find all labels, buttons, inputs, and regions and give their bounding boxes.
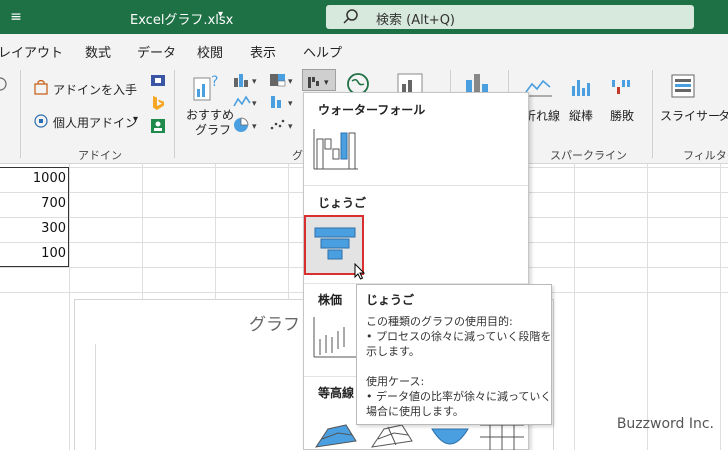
get-addins-button[interactable]: アドインを入手 — [53, 81, 137, 98]
search-icon — [343, 9, 358, 24]
cell-value[interactable]: 1000 — [0, 171, 66, 186]
ribbon-separator — [174, 70, 175, 158]
grid-line — [69, 164, 70, 450]
personal-addins-button[interactable]: 個人用アドイン — [53, 114, 137, 131]
cell-value[interactable]: 100 — [0, 246, 66, 261]
tab-help[interactable]: ヘルプ — [303, 42, 342, 61]
tooltip-title: じょうご — [366, 293, 415, 307]
scatter-chart-icon[interactable]: ▾ — [268, 117, 298, 133]
ribbon-separator — [20, 70, 21, 158]
cell-value[interactable]: 300 — [0, 221, 66, 236]
tab-data[interactable]: データ — [137, 42, 176, 61]
slicer-button[interactable]: スライサー — [660, 107, 720, 124]
chevron-down-icon[interactable]: ▾ — [218, 9, 223, 20]
bing-icon[interactable] — [150, 95, 166, 111]
svg-text:▾: ▾ — [252, 77, 257, 87]
bar-chart-icon[interactable]: ▾ — [268, 94, 298, 110]
tab-review[interactable]: 校閲 — [197, 42, 223, 61]
svg-text:?: ? — [211, 74, 218, 90]
sparkline-winloss-button[interactable]: 勝敗 — [610, 107, 634, 124]
chart-axis — [95, 344, 96, 450]
tooltip-text: この種類のグラフの使用目的: — [366, 315, 513, 328]
waterfall-chart-option[interactable] — [312, 125, 360, 173]
tooltip-text: • データ値の比率が徐々に減っていく — [366, 390, 552, 403]
tab-view[interactable]: 表示 — [250, 42, 276, 61]
svg-text:▾: ▾ — [324, 78, 329, 88]
sparkline-winloss-icon[interactable] — [610, 76, 636, 98]
tooltip-text: 示します。 — [366, 345, 420, 358]
grid-line — [647, 164, 648, 450]
recommended-charts-icon: ? — [193, 74, 218, 101]
tab-page-layout[interactable]: レイアウト — [0, 42, 63, 61]
svg-text:▾: ▾ — [288, 122, 293, 132]
ribbon-separator — [652, 70, 653, 158]
tooltip-text: • プロセスの徐々に減っていく段階を — [366, 330, 552, 343]
recommended-charts-label2[interactable]: グラフ — [195, 121, 231, 138]
watermark: Buzzword Inc. — [616, 416, 714, 432]
quick-access-menu-icon[interactable]: ≡ — [6, 8, 26, 26]
pie-chart-icon[interactable]: ▾ — [232, 117, 262, 133]
search-box[interactable]: 検索 (Alt+Q) — [326, 5, 694, 29]
slicer-icon[interactable] — [670, 72, 698, 100]
chart-group-label: グ — [292, 149, 303, 162]
waterfall-chart-button[interactable]: ▾ — [302, 69, 336, 91]
funnel-tooltip: じょうご この種類のグラフの使用目的: • プロセスの徐々に減っていく段階を 示… — [356, 284, 552, 425]
gallery-header-stock: 株価 — [318, 293, 343, 307]
gallery-header-contour: 等高線 — [318, 386, 355, 400]
svg-text:▾: ▾ — [252, 99, 257, 109]
store-icon — [34, 79, 48, 95]
column-chart-icon[interactable]: ▾ — [232, 72, 262, 88]
grid-line — [720, 164, 721, 450]
tab-formulas[interactable]: 数式 — [85, 42, 111, 61]
waterfall-icon: ▾ — [308, 77, 329, 88]
tooltip-text: 場合に使用します。 — [366, 405, 464, 418]
stock-chart-option[interactable] — [312, 313, 360, 361]
chart-title[interactable]: グラフ — [249, 310, 300, 335]
gallery-header-waterfall: ウォーターフォール — [318, 103, 426, 117]
addin-group-label: アドイン — [78, 149, 122, 162]
search-placeholder: 検索 (Alt+Q) — [376, 13, 456, 28]
line-chart-icon[interactable]: ▾ — [232, 94, 262, 110]
hierarchy-chart-icon[interactable]: ▾ — [268, 72, 298, 88]
funnel-icon — [314, 227, 356, 260]
tooltip-text: 使用ケース: — [366, 375, 425, 388]
sparkline-group-label: スパークライン — [550, 149, 627, 162]
grid-line — [574, 164, 575, 450]
menu-tabs: レイアウト 数式 データ 校閲 表示 ヘルプ — [0, 34, 728, 64]
gallery-separator — [304, 185, 528, 186]
mouse-cursor-icon — [354, 263, 366, 280]
timeline-button[interactable]: タ — [718, 107, 728, 124]
personal-addins-icon — [34, 114, 48, 128]
people-graph-icon[interactable] — [150, 118, 166, 134]
svg-text:▾: ▾ — [252, 122, 257, 132]
visio-icon[interactable] — [150, 72, 166, 88]
sparkline-column-button[interactable]: 縦棒 — [569, 107, 593, 124]
svg-text:▾: ▾ — [288, 99, 293, 109]
gallery-header-funnel: じょうご — [318, 196, 367, 210]
sparkline-column-icon[interactable] — [570, 76, 596, 98]
partial-icon — [0, 77, 7, 91]
cell-value[interactable]: 700 — [0, 196, 66, 211]
sparkline-line-button[interactable]: 折れ線 — [524, 107, 560, 124]
filter-group-label: フィルター — [683, 149, 728, 162]
title-bar: ≡ Excelグラフ.xlsx ▾ 検索 (Alt+Q) — [0, 0, 728, 34]
chevron-down-icon[interactable]: ▾ — [133, 114, 138, 125]
svg-text:▾: ▾ — [288, 77, 293, 87]
